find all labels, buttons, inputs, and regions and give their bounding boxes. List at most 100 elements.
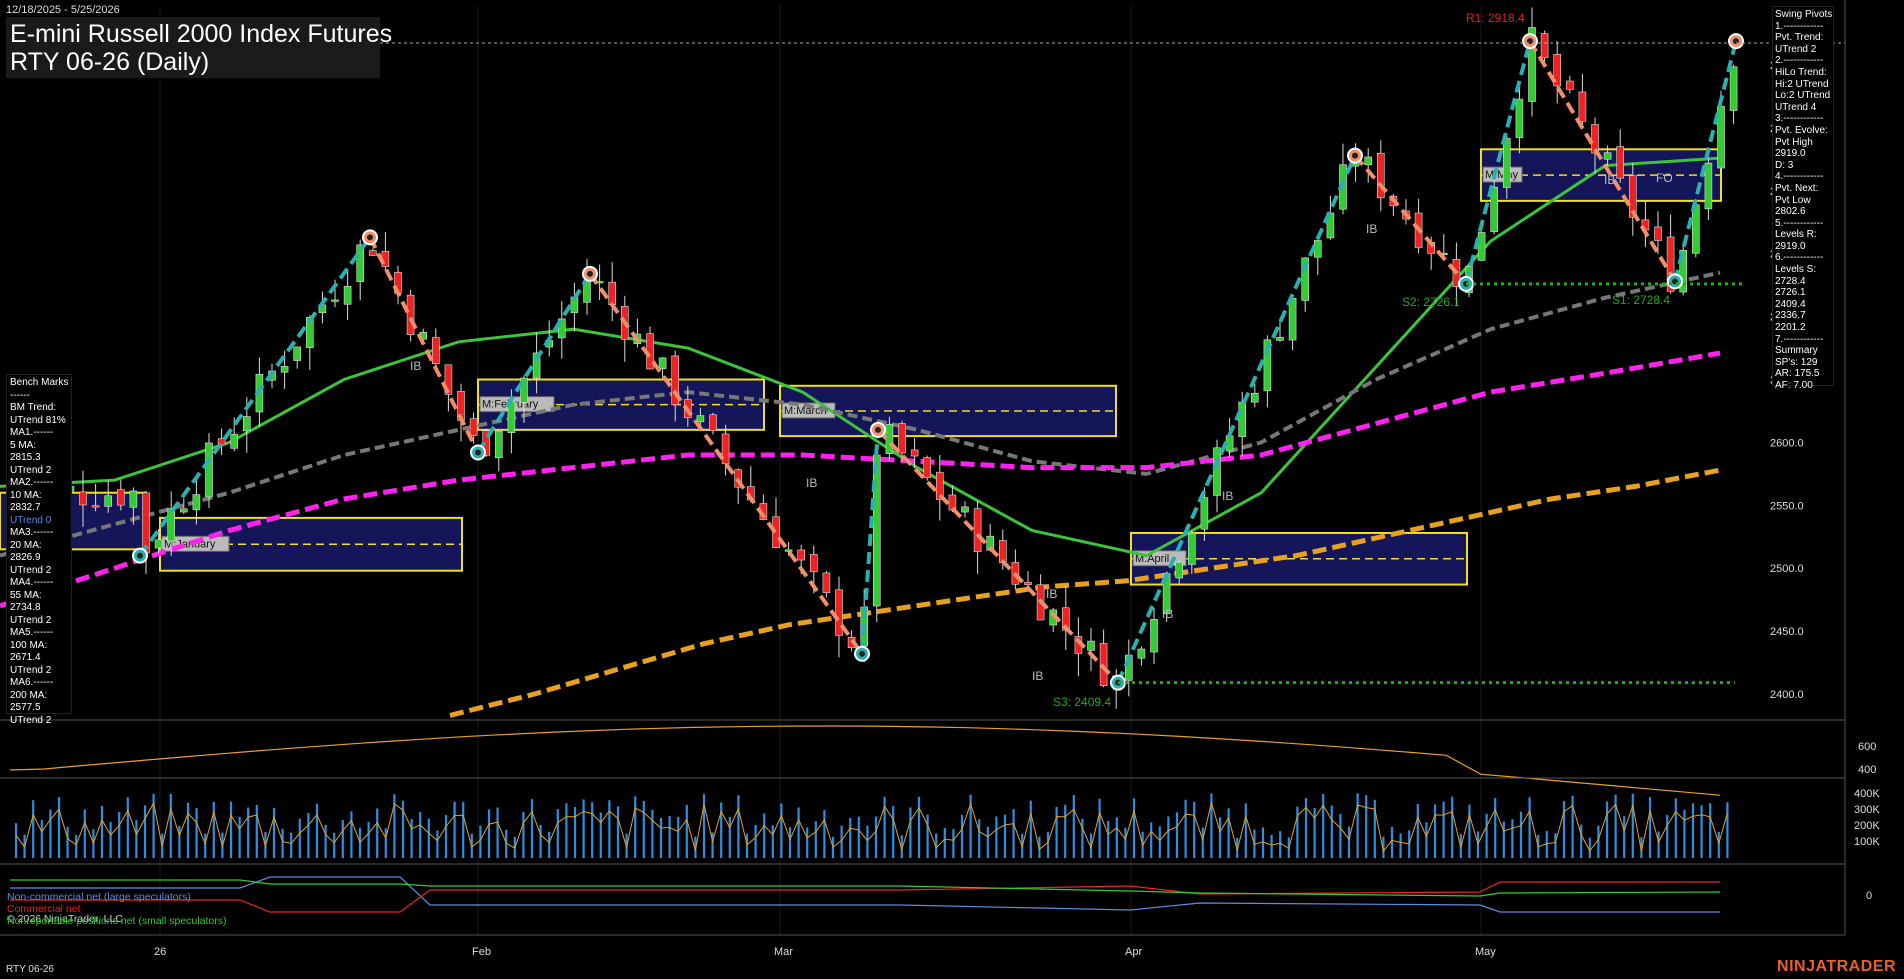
candle-body bbox=[1477, 232, 1486, 261]
candle-body bbox=[280, 365, 289, 373]
y-tick-label: 2600.0 bbox=[1770, 437, 1804, 449]
pivot-center bbox=[475, 449, 481, 456]
bench-line: 2577.5 bbox=[10, 702, 41, 713]
swing-line: AR: 175.5 bbox=[1775, 368, 1820, 380]
candle-body bbox=[469, 418, 478, 436]
candle-body bbox=[494, 430, 503, 459]
candle-body bbox=[809, 554, 818, 573]
bench-line: UTrend 2 bbox=[10, 614, 52, 626]
volume-tick: 400K bbox=[1854, 788, 1880, 800]
x-tick-label: Mar bbox=[774, 946, 793, 958]
bench-line: 2826.9 bbox=[10, 552, 41, 563]
y-tick-label: 2450.0 bbox=[1770, 626, 1804, 638]
ib-label: IB bbox=[1046, 587, 1057, 601]
volume-tick: 100K bbox=[1854, 836, 1880, 848]
x-tick-label: May bbox=[1475, 946, 1496, 958]
bench-line: 200 MA: bbox=[10, 689, 48, 701]
swing-line: Levels S: bbox=[1775, 264, 1817, 276]
candle-body bbox=[961, 506, 969, 513]
bench-line: 2832.7 bbox=[10, 502, 41, 513]
candle-body bbox=[822, 572, 831, 593]
candle-body bbox=[1200, 497, 1209, 530]
candle-body bbox=[1137, 648, 1146, 659]
swing-line: 4.------------ bbox=[1775, 171, 1824, 183]
candle-body bbox=[797, 549, 806, 561]
x-tick-label: Apr bbox=[1125, 946, 1142, 958]
candle-body bbox=[1087, 640, 1095, 651]
pivot-center bbox=[367, 234, 373, 241]
candle-body bbox=[406, 294, 415, 335]
brand-logo: NINJATRADER bbox=[1777, 958, 1896, 975]
bench-line: UTrend 2 bbox=[10, 464, 52, 476]
candle-body bbox=[1314, 240, 1322, 258]
candle-body bbox=[885, 424, 894, 454]
candle-body bbox=[1150, 619, 1158, 653]
candle-body bbox=[784, 549, 793, 552]
candle-body bbox=[658, 357, 667, 370]
atr-tick: 400 bbox=[1858, 764, 1876, 776]
month-label: M:May bbox=[1485, 169, 1519, 181]
candle-body bbox=[1603, 152, 1612, 160]
pivot-center bbox=[587, 270, 593, 277]
bench-line: 2815.3 bbox=[10, 452, 41, 463]
legend-noncommercial: Non-commercial net (large speculators) bbox=[7, 891, 191, 903]
swing-line: 2201.2 bbox=[1775, 322, 1806, 334]
bench-line: UTrend 2 bbox=[10, 714, 52, 726]
candle-body bbox=[1566, 80, 1574, 90]
candle-body bbox=[180, 508, 188, 513]
swing-line: Lo:2 UTrend bbox=[1775, 90, 1831, 102]
candle-body bbox=[1024, 581, 1032, 585]
candle-body bbox=[1616, 146, 1624, 179]
swing-line: 2336.7 bbox=[1775, 310, 1806, 322]
bench-line: 100 MA: bbox=[10, 639, 48, 651]
pivot-center bbox=[875, 426, 881, 433]
benchmarks-panel: Bench Marks ------ BM Trend: UTrend 81% MA1.… bbox=[6, 374, 72, 726]
candle-body bbox=[608, 281, 617, 306]
bench-line: UTrend 0 bbox=[10, 514, 52, 526]
candle-body bbox=[356, 244, 365, 282]
swing-line: 6.------------ bbox=[1775, 252, 1824, 264]
candle-body bbox=[998, 540, 1007, 564]
candle-body bbox=[1515, 98, 1524, 138]
candle-body bbox=[696, 415, 705, 423]
ib-label: IB bbox=[1366, 222, 1377, 236]
candle-body bbox=[1654, 226, 1662, 241]
swing-line: Pvt. Next: bbox=[1775, 182, 1819, 194]
swing-line: Summary bbox=[1775, 345, 1818, 357]
bench-line: MA6.------ bbox=[10, 677, 54, 688]
x-tick-label: Feb bbox=[472, 946, 491, 958]
candle-body bbox=[835, 589, 843, 636]
candle-body bbox=[154, 539, 163, 549]
bench-line: 2734.8 bbox=[10, 602, 41, 613]
swing-line: 2802.6 bbox=[1775, 206, 1806, 218]
swing-line: 1.------------ bbox=[1775, 20, 1824, 32]
candle-body bbox=[167, 508, 175, 542]
candle-body bbox=[1238, 401, 1246, 437]
ib-label: IB bbox=[1222, 489, 1233, 503]
swing-line: 7.------------ bbox=[1775, 333, 1824, 345]
bench-line: UTrend 2 bbox=[10, 664, 52, 676]
candle-body bbox=[129, 490, 138, 508]
candle-body bbox=[1188, 532, 1196, 565]
price-chart: M:JanuaryM:FebruaryM:MarchM:AprilM:May R… bbox=[0, 0, 1904, 979]
bench-line: MA2.------ bbox=[10, 477, 54, 488]
y-tick-label: 2550.0 bbox=[1770, 500, 1804, 512]
candle-body bbox=[142, 492, 150, 554]
swing-pivots-panel: Swing Pivots 1.------------ Pvt. Trend: UTr… bbox=[1772, 6, 1834, 391]
bench-line: UTrend 81% bbox=[10, 414, 66, 426]
candle-body bbox=[1251, 392, 1259, 403]
candle-body bbox=[205, 442, 213, 498]
pivot-center bbox=[137, 552, 143, 559]
candle-body bbox=[1364, 156, 1372, 166]
swing-line: Pvt. Evolve: bbox=[1775, 124, 1828, 136]
candle-body bbox=[898, 423, 906, 454]
contract-title: RTY 06-26 (Daily) bbox=[10, 48, 210, 76]
bench-line: UTrend 2 bbox=[10, 564, 52, 576]
candle-body bbox=[1175, 562, 1183, 579]
candle-body bbox=[872, 454, 881, 607]
ib-label: IB bbox=[806, 476, 817, 490]
instrument-title: E-mini Russell 2000 Index Futures bbox=[10, 20, 393, 48]
candle-body bbox=[923, 457, 932, 478]
candle-body bbox=[1503, 138, 1511, 188]
candle-body bbox=[331, 299, 339, 302]
